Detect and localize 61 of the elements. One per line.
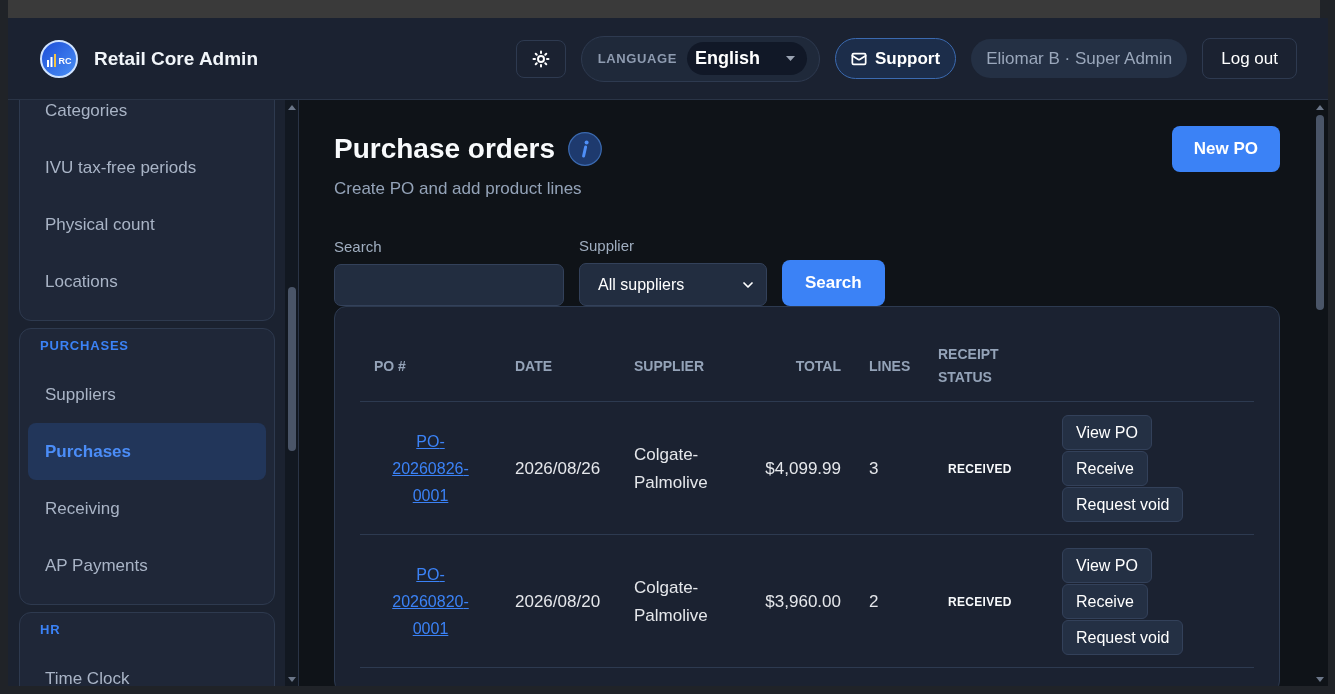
sun-icon — [531, 49, 550, 68]
sidebar-item[interactable]: Suppliers — [28, 366, 266, 423]
row-action-button[interactable]: Receive — [1062, 584, 1148, 619]
supplier-select[interactable]: All suppliers — [579, 263, 767, 306]
search-field[interactable] — [334, 264, 564, 306]
field-label: Search — [334, 237, 383, 257]
column-header: PO # — [360, 331, 501, 402]
sidebar-item[interactable]: Receiving — [28, 480, 266, 537]
table-cell: 3 — [869, 458, 879, 478]
sidebar-section-title: HR — [39, 621, 62, 639]
column-header: DATE — [501, 331, 620, 402]
app-logo: RC — [40, 39, 78, 78]
page-title: Purchase orders — [334, 133, 555, 165]
row-action-button[interactable]: View PO — [1062, 415, 1152, 450]
sidebar-item[interactable]: IVU tax-free periods — [28, 139, 266, 196]
sidebar-item[interactable]: Purchases — [28, 423, 266, 480]
table-cell: 2026/08/26 — [515, 458, 601, 478]
info-icon[interactable] — [568, 132, 602, 166]
page-subtitle: Create PO and add product lines — [334, 178, 583, 200]
table-cell: $4,099.99 — [765, 458, 841, 478]
sidebar-item[interactable]: AP Payments — [28, 537, 266, 594]
po-link[interactable]: PO-20260820-0001 — [387, 560, 474, 642]
scroll-up-arrow-icon[interactable] — [1316, 105, 1324, 110]
row-action-button[interactable]: View PO — [1062, 548, 1152, 583]
mail-icon — [850, 50, 867, 67]
sidebar-item[interactable]: Physical count — [28, 196, 266, 253]
field-label: Supplier — [579, 236, 636, 256]
table-cell: Colgate-Palmolive — [634, 577, 708, 625]
language-select[interactable]: English — [686, 42, 807, 75]
status-label: RECEIVED — [947, 462, 1013, 476]
table-cell: $3,960.00 — [765, 591, 841, 611]
sidebar-item[interactable]: Time Clock — [28, 650, 266, 686]
scroll-down-arrow-icon[interactable] — [1316, 677, 1324, 682]
table-cell: 2026/08/20 — [515, 591, 601, 611]
logout-button[interactable]: Log out — [1202, 38, 1297, 79]
language-label: LANGUAGE — [597, 51, 677, 66]
row-action-button[interactable]: Request void — [1062, 487, 1184, 522]
status-label: RECEIVED — [947, 595, 1013, 609]
scrollbar-thumb[interactable] — [1316, 115, 1324, 310]
search-button[interactable]: Search — [782, 260, 885, 306]
sidebar-item[interactable]: Categories — [28, 100, 266, 139]
row-action-button[interactable]: Request void — [1062, 620, 1184, 655]
column-header: SUPPLIER — [620, 331, 745, 402]
sidebar-section-title: PURCHASES — [39, 337, 130, 355]
support-button[interactable]: Support — [834, 38, 957, 79]
app-title: Retail Core Admin — [94, 47, 258, 70]
scroll-down-arrow-icon[interactable] — [287, 677, 296, 682]
row-action-button[interactable]: Receive — [1062, 451, 1148, 486]
caret-down-icon — [785, 56, 795, 61]
sidebar-item[interactable]: Locations — [28, 253, 266, 310]
theme-toggle-button[interactable] — [515, 39, 566, 78]
column-header: RECEIPT STATUS — [924, 331, 1048, 402]
scroll-up-arrow-icon[interactable] — [287, 105, 296, 110]
table-cell: 2 — [869, 591, 879, 611]
table-cell: Colgate-Palmolive — [634, 444, 708, 492]
new-po-button[interactable]: New PO — [1171, 126, 1280, 172]
po-link[interactable]: PO-20260826-0001 — [387, 427, 474, 509]
column-header: TOTAL — [745, 331, 855, 402]
user-badge: Eliomar B · Super Admin — [971, 39, 1188, 78]
column-header: LINES — [855, 331, 924, 402]
scrollbar-thumb[interactable] — [287, 287, 296, 451]
